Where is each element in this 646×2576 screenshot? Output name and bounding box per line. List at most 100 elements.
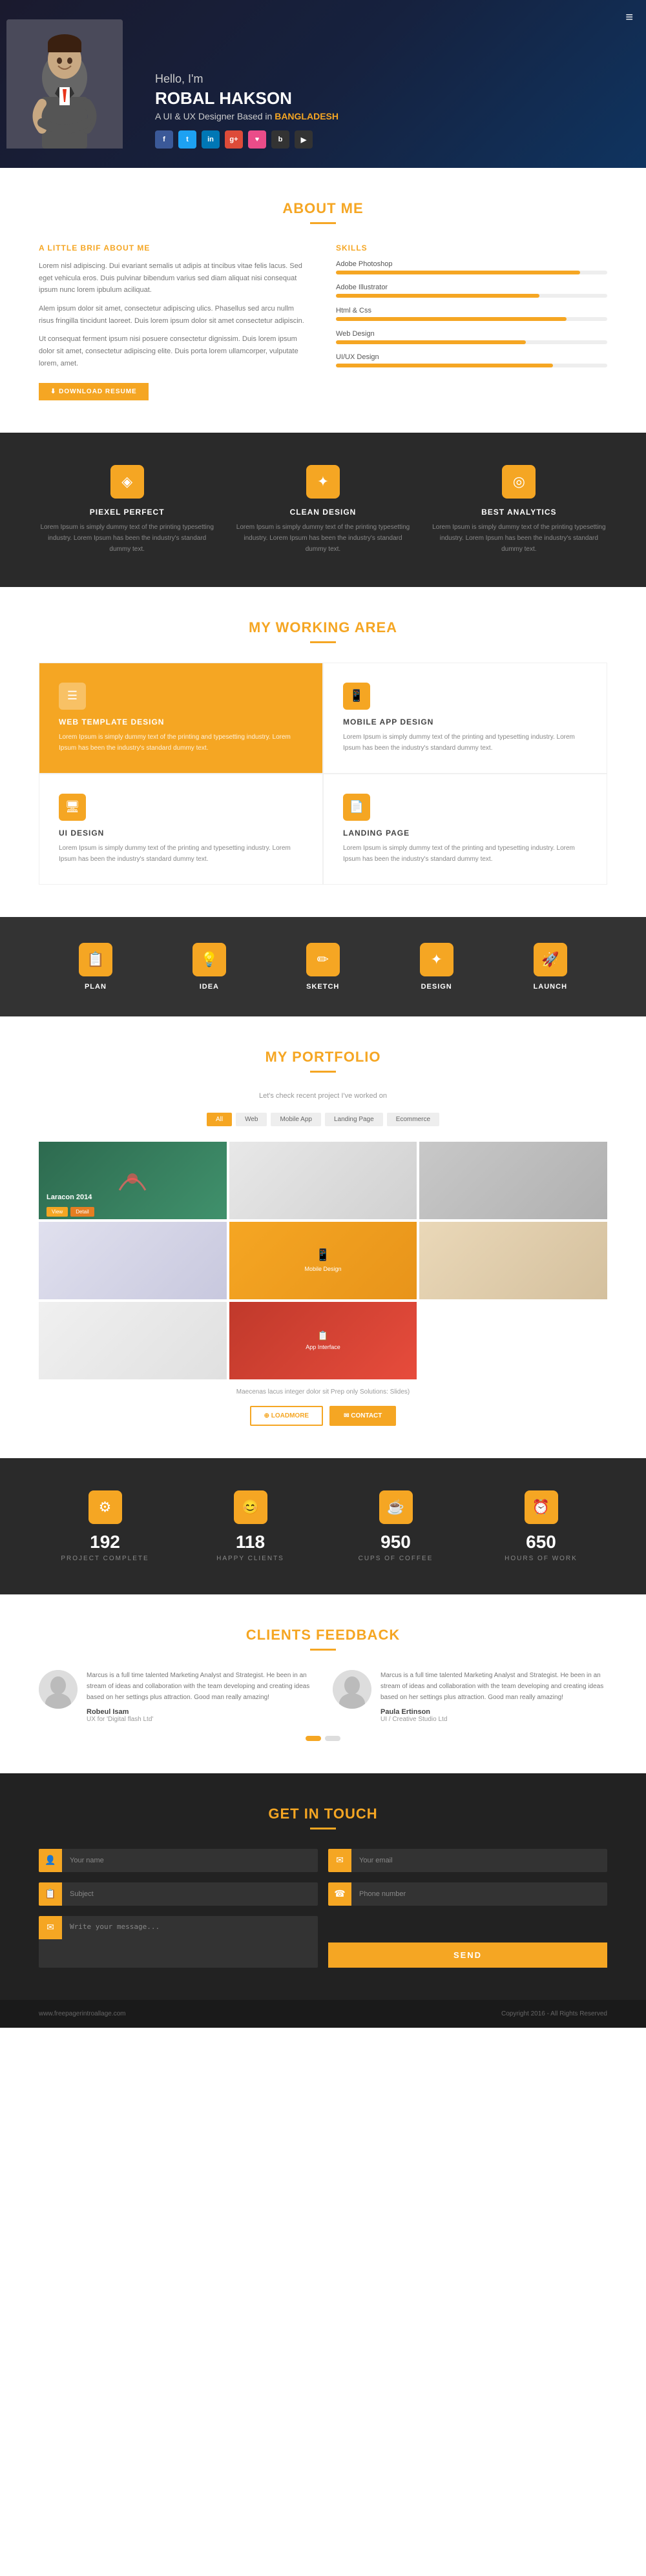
filter-btn-landing-page[interactable]: Landing page (325, 1113, 383, 1126)
feature-title: PIEXEL PERFECT (39, 508, 215, 517)
testimonial-item-1: Marcus is a full time talented Marketing… (333, 1670, 607, 1723)
contact-portfolio-button[interactable]: ✉ CONTACT (329, 1406, 396, 1426)
social-facebook[interactable]: f (155, 130, 173, 149)
send-button[interactable]: SEND (328, 1942, 607, 1968)
contact-send-wrap: SEND (328, 1916, 607, 1968)
portfolio-item-0[interactable]: Laracon 2014 View Detail (39, 1142, 227, 1219)
testimonials-title: CLIENTS FEEDBACK (39, 1627, 607, 1643)
testimonial-text: Marcus is a full time talented Marketing… (87, 1670, 313, 1703)
contact-message-textarea[interactable] (62, 1916, 318, 1968)
social-googleplus[interactable]: g+ (225, 130, 243, 149)
hero-socials: f t in g+ ♥ b ▶ (155, 130, 607, 149)
feature-title: CLEAN DESIGN (234, 508, 411, 517)
process-title: PLAN (79, 983, 112, 991)
hero-subtitle: A UI & UX Designer Based in BANGLADESH (155, 111, 607, 121)
work-card-text: Lorem Ipsum is simply dummy text of the … (343, 843, 587, 865)
skill-bar-bg (336, 271, 607, 274)
portfolio-item-inner (229, 1142, 417, 1219)
filter-btn-mobile-app[interactable]: Mobile App (271, 1113, 320, 1126)
contact-input-3[interactable] (351, 1884, 607, 1904)
portfolio-item-inner: 📱 Mobile Design (229, 1222, 417, 1299)
process-icon: 💡 (193, 943, 226, 976)
hero-name: ROBAL HAKSON (155, 88, 607, 108)
filter-btn-all[interactable]: All (207, 1113, 232, 1126)
process-item-0: 📋 PLAN (79, 943, 112, 991)
contact-title: GET IN TOUCH (39, 1806, 607, 1822)
features-section: ◈ PIEXEL PERFECT Lorem Ipsum is simply d… (0, 433, 646, 587)
work-icon: ☰ (59, 683, 86, 710)
working-title: MY WORKING AREA (39, 619, 607, 636)
download-resume-button[interactable]: ⬇ DOWNLOAD RESUME (39, 383, 149, 400)
process-title: LAUNCH (534, 983, 567, 991)
process-icon: 🚀 (534, 943, 567, 976)
features-grid: ◈ PIEXEL PERFECT Lorem Ipsum is simply d… (39, 465, 607, 555)
portfolio-actions: ⊕ LOADMORE ✉ CONTACT (39, 1406, 607, 1426)
social-linkedin[interactable]: in (202, 130, 220, 149)
contact-section: GET IN TOUCH 👤 ✉ 📋 ☎ ✉ SEND (0, 1773, 646, 2000)
process-item-4: 🚀 LAUNCH (534, 943, 567, 991)
work-card-title: UI DESIGN (59, 829, 303, 838)
portfolio-item-1[interactable] (229, 1142, 417, 1219)
stat-item-1: 😊 118 HAPPY CLIENTS (184, 1490, 317, 1562)
about-text3: Ut consequat ferment ipsum nisi posuere … (39, 333, 310, 369)
social-twitter[interactable]: t (178, 130, 196, 149)
testimonial-nav-dot-1[interactable] (325, 1736, 340, 1741)
skill-bar (336, 294, 539, 298)
skill-name: UI/UX Design (336, 353, 607, 361)
contact-input-0[interactable] (62, 1850, 318, 1871)
contact-input-2[interactable] (62, 1884, 318, 1904)
contact-field-3: ☎ (328, 1882, 607, 1906)
work-icon: 🖥 (59, 794, 86, 821)
menu-icon[interactable]: ≡ (625, 10, 633, 25)
portfolio-desc: Let's check recent project I've worked o… (39, 1092, 607, 1100)
portfolio-item-3[interactable] (39, 1222, 227, 1299)
testimonial-nav (39, 1736, 607, 1741)
skill-name: Web Design (336, 330, 607, 338)
social-behance[interactable]: b (271, 130, 289, 149)
feature-icon: ◎ (502, 465, 536, 499)
testimonials-section: CLIENTS FEEDBACK Marcus is a full time t… (0, 1594, 646, 1773)
portfolio-caption: Maecenas lacus integer dolor sit Prep on… (39, 1388, 607, 1396)
process-title: SKETCH (306, 983, 340, 991)
work-icon: 📱 (343, 683, 370, 710)
work-card-text: Lorem Ipsum is simply dummy text of the … (343, 732, 587, 754)
skill-bar (336, 364, 553, 367)
skill-bar-bg (336, 317, 607, 321)
contact-input-1[interactable] (351, 1850, 607, 1871)
testimonials-underline (310, 1649, 336, 1651)
loadmore-button[interactable]: ⊕ LOADMORE (250, 1406, 324, 1426)
stat-item-3: ⏰ 650 HOURS OF WORK (475, 1490, 607, 1562)
portfolio-item-4[interactable]: 📱 Mobile Design (229, 1222, 417, 1299)
testimonial-role: UX for 'Digital flash Ltd' (87, 1716, 313, 1723)
testimonials-grid: Marcus is a full time talented Marketing… (39, 1670, 607, 1723)
social-other[interactable]: ▶ (295, 130, 313, 149)
portfolio-item-7[interactable]: 📋 App Interface (229, 1302, 417, 1379)
filter-btn-ecommerce[interactable]: Ecommerce (387, 1113, 439, 1126)
stats-section: ⚙ 192 PROJECT COMPLETE 😊 118 HAPPY CLIEN… (0, 1458, 646, 1594)
portfolio-item-2[interactable] (419, 1142, 607, 1219)
testimonial-role: UI / Creative Studio Ltd (380, 1716, 607, 1723)
footer-url: www.freepagerintroallage.com (39, 2010, 126, 2017)
stat-icon: 😊 (234, 1490, 267, 1524)
social-dribbble[interactable]: ♥ (248, 130, 266, 149)
testimonial-avatar (333, 1670, 371, 1709)
process-title: DESIGN (420, 983, 453, 991)
testimonial-nav-dot-0[interactable] (306, 1736, 321, 1741)
contact-field-2: 📋 (39, 1882, 318, 1906)
portfolio-item-inner (419, 1222, 607, 1299)
stat-icon: ⚙ (89, 1490, 122, 1524)
portfolio-item-5[interactable] (419, 1222, 607, 1299)
stats-grid: ⚙ 192 PROJECT COMPLETE 😊 118 HAPPY CLIEN… (39, 1490, 607, 1562)
filter-btn-web[interactable]: Web (236, 1113, 267, 1126)
work-card-3[interactable]: 📄 LANDING PAGE Lorem Ipsum is simply dum… (323, 774, 607, 885)
work-card-0[interactable]: ☰ WEB TEMPLATE DESIGN Lorem Ipsum is sim… (39, 663, 323, 774)
work-card-1[interactable]: 📱 MOBILE APP DESIGN Lorem Ipsum is simpl… (323, 663, 607, 774)
skill-bar-bg (336, 364, 607, 367)
working-grid: ☰ WEB TEMPLATE DESIGN Lorem Ipsum is sim… (39, 663, 607, 885)
portfolio-item-inner: Laracon 2014 View Detail (39, 1142, 227, 1219)
stat-number: 118 (184, 1532, 317, 1552)
work-card-2[interactable]: 🖥 UI DESIGN Lorem Ipsum is simply dummy … (39, 774, 323, 885)
process-title: IDEA (193, 983, 226, 991)
portfolio-underline (310, 1071, 336, 1073)
portfolio-item-6[interactable] (39, 1302, 227, 1379)
